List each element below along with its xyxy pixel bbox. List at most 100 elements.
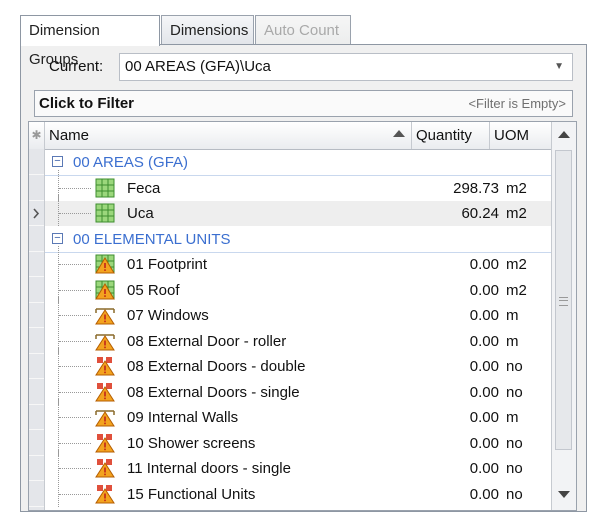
- item-quantity: 0.00: [469, 485, 499, 503]
- item-quantity: 0.00: [469, 409, 499, 426]
- table-row[interactable]: 11 Internal doors - single 0.00 no: [45, 450, 552, 481]
- row-indicator[interactable]: [29, 227, 44, 252]
- column-header-uom[interactable]: UOM: [490, 122, 552, 149]
- count-warning-icon: [95, 484, 115, 504]
- tree-connector: [59, 468, 91, 469]
- item-name: 09 Internal Walls: [127, 409, 239, 426]
- item-quantity: 0.00: [469, 460, 499, 477]
- column-header-quantity[interactable]: Quantity: [412, 122, 490, 149]
- area-warning-icon: [95, 280, 115, 300]
- scroll-down-icon[interactable]: [558, 491, 570, 498]
- row-indicator[interactable]: [29, 252, 44, 277]
- row-indicator[interactable]: [29, 354, 44, 379]
- table-row[interactable]: 08 External Doors - single 0.00 no: [45, 373, 552, 405]
- tab-auto-count: Auto Count: [255, 15, 351, 44]
- dimension-groups-panel: Current: 00 AREAS (GFA)\Uca ▼ Click to F…: [20, 44, 587, 512]
- row-indicator[interactable]: [29, 329, 44, 354]
- row-indicator[interactable]: [29, 150, 44, 175]
- tree-connector: [59, 442, 91, 444]
- row-indicator[interactable]: [29, 431, 44, 456]
- current-group-combo[interactable]: 00 AREAS (GFA)\Uca ▼: [119, 53, 573, 81]
- column-header-name[interactable]: Name: [45, 122, 412, 149]
- count-warning-icon: [95, 458, 115, 478]
- item-uom: no: [506, 460, 523, 477]
- vertical-scrollbar[interactable]: [551, 122, 576, 510]
- table-row[interactable]: 09 Internal Walls 0.00 m: [45, 399, 552, 430]
- row-indicator[interactable]: [29, 278, 44, 303]
- row-indicator[interactable]: [29, 303, 44, 328]
- tree-connector: [59, 213, 91, 214]
- collapse-icon[interactable]: −: [52, 232, 63, 244]
- item-name: 08 External Doors - single: [127, 383, 300, 401]
- tab-dimensions[interactable]: Dimensions: [161, 15, 254, 44]
- item-uom: m: [506, 307, 519, 324]
- group-row[interactable]: −00 AREAS (GFA): [45, 150, 552, 176]
- scroll-up-icon[interactable]: [558, 131, 570, 138]
- current-row-arrow-icon: [33, 208, 40, 219]
- table-row[interactable]: 08 External Doors - double 0.00 no: [45, 348, 552, 379]
- tab-strip: Dimension Groups Dimensions Auto Count: [20, 15, 580, 68]
- item-uom: m2: [506, 179, 527, 197]
- tree-connector: [58, 195, 59, 226]
- linear-warning-icon: [95, 305, 115, 325]
- item-uom: no: [506, 383, 523, 401]
- table-row[interactable]: Uca 60.24 m2: [45, 195, 552, 226]
- group-label: 00 AREAS (GFA): [73, 154, 189, 171]
- count-warning-icon: [95, 382, 115, 402]
- item-quantity: 0.00: [469, 358, 499, 375]
- collapse-icon[interactable]: −: [52, 156, 63, 167]
- tab-dimension-groups[interactable]: Dimension Groups: [20, 15, 160, 68]
- item-quantity: 0.00: [469, 434, 499, 452]
- row-indicator[interactable]: [29, 405, 44, 430]
- item-name: 10 Shower screens: [127, 434, 256, 452]
- table-row[interactable]: 10 Shower screens 0.00 no: [45, 424, 552, 456]
- item-quantity: 0.00: [469, 256, 499, 273]
- item-name: 11 Internal doors - single: [127, 460, 291, 477]
- grip-icon: [559, 297, 568, 306]
- chevron-down-icon[interactable]: ▼: [554, 54, 564, 80]
- item-quantity: 60.24: [461, 205, 499, 222]
- row-indicator[interactable]: [29, 176, 44, 201]
- current-group-value: 00 AREAS (GFA)\Uca: [125, 58, 271, 75]
- count-warning-icon: [95, 433, 115, 453]
- table-row[interactable]: 05 Roof 0.00 m2: [45, 271, 552, 303]
- row-indicator-current[interactable]: [29, 201, 44, 226]
- tree-connector: [59, 493, 91, 495]
- row-indicator[interactable]: [29, 482, 44, 507]
- table-row[interactable]: 07 Windows 0.00 m: [45, 297, 552, 328]
- row-indicator-column: [29, 149, 45, 510]
- item-name: 08 External Doors - double: [127, 358, 306, 375]
- table-row[interactable]: 01 Footprint 0.00 m2: [45, 246, 552, 277]
- scrollbar-thumb[interactable]: [555, 150, 572, 450]
- item-name: 07 Windows: [127, 307, 209, 324]
- item-quantity: 0.00: [469, 307, 499, 324]
- item-quantity: 0.00: [469, 332, 499, 350]
- item-name: 08 External Door - roller: [127, 332, 287, 350]
- item-name: 05 Roof: [127, 281, 180, 299]
- filter-title: Click to Filter: [39, 95, 135, 112]
- tree-connector: [59, 264, 91, 265]
- filter-bar[interactable]: Click to Filter <Filter is Empty>: [34, 90, 573, 117]
- tree-connector: [59, 289, 91, 291]
- group-row[interactable]: −00 ELEMENTAL UNITS: [45, 227, 552, 253]
- item-quantity: 0.00: [469, 383, 499, 401]
- tree-connector: [59, 366, 91, 367]
- tree-connector: [59, 187, 91, 189]
- item-name: Uca: [127, 205, 154, 222]
- column-header-name-label: Name: [49, 127, 90, 144]
- item-name: Feca: [127, 179, 161, 197]
- row-indicator[interactable]: [29, 380, 44, 405]
- dimension-grid: ✱ Name Quantity UOM −00 AREAS (GFA) Feca 2…: [28, 121, 577, 511]
- table-row[interactable]: 15 Functional Units 0.00 no: [45, 475, 552, 507]
- column-header-row: ✱ Name Quantity UOM: [29, 122, 552, 150]
- table-row[interactable]: Feca 298.73 m2: [45, 169, 552, 201]
- item-quantity: 0.00: [469, 281, 499, 299]
- row-indicator[interactable]: [29, 456, 44, 481]
- item-uom: no: [506, 358, 523, 375]
- table-row[interactable]: 08 External Door - roller 0.00 m: [45, 322, 552, 354]
- tree-connector: [59, 340, 91, 342]
- item-uom: no: [506, 434, 523, 452]
- tree-connector: [59, 315, 91, 316]
- select-all-icon[interactable]: ✱: [29, 122, 45, 149]
- tree-connector: [58, 475, 59, 507]
